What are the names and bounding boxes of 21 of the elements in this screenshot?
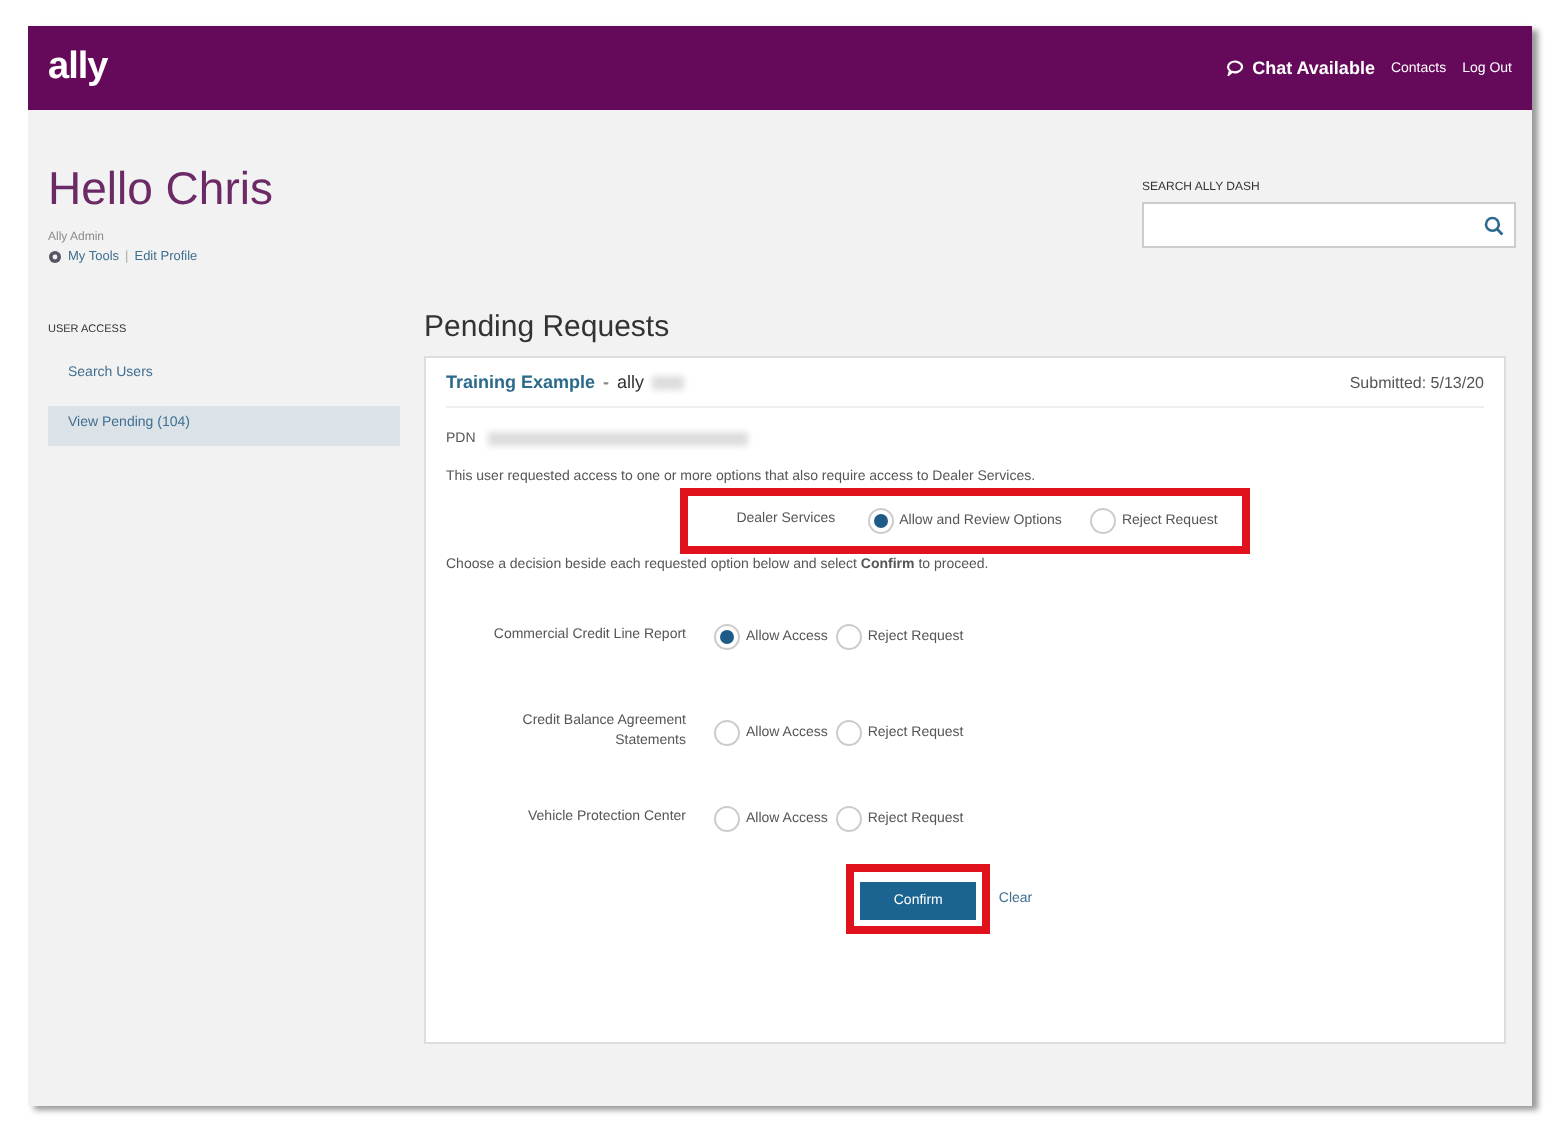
- radio-button[interactable]: [835, 623, 862, 649]
- radio-button[interactable]: [835, 805, 862, 831]
- redacted-text: [652, 375, 685, 389]
- search-field[interactable]: [1142, 202, 1516, 248]
- greeting: Hello Chris: [48, 162, 273, 216]
- separator: -: [603, 372, 610, 392]
- radio-button[interactable]: [835, 719, 862, 745]
- gear-icon: [48, 250, 62, 264]
- chat-link[interactable]: Chat Available: [1226, 58, 1375, 78]
- radio-button[interactable]: [714, 805, 740, 831]
- radio-button[interactable]: [714, 719, 740, 745]
- search-icon: [1484, 215, 1504, 235]
- user-id: ally: [617, 372, 645, 392]
- logo: ally: [48, 46, 108, 90]
- request-name[interactable]: Training Example: [446, 372, 596, 392]
- radio-button[interactable]: [867, 508, 894, 534]
- radio-button[interactable]: [1089, 508, 1116, 534]
- submitted-date: Submitted: 5/13/20: [1349, 373, 1484, 391]
- radio-button[interactable]: [714, 623, 740, 649]
- section-title: Pending Requests: [424, 310, 672, 344]
- chat-bubble-icon: [1226, 60, 1245, 76]
